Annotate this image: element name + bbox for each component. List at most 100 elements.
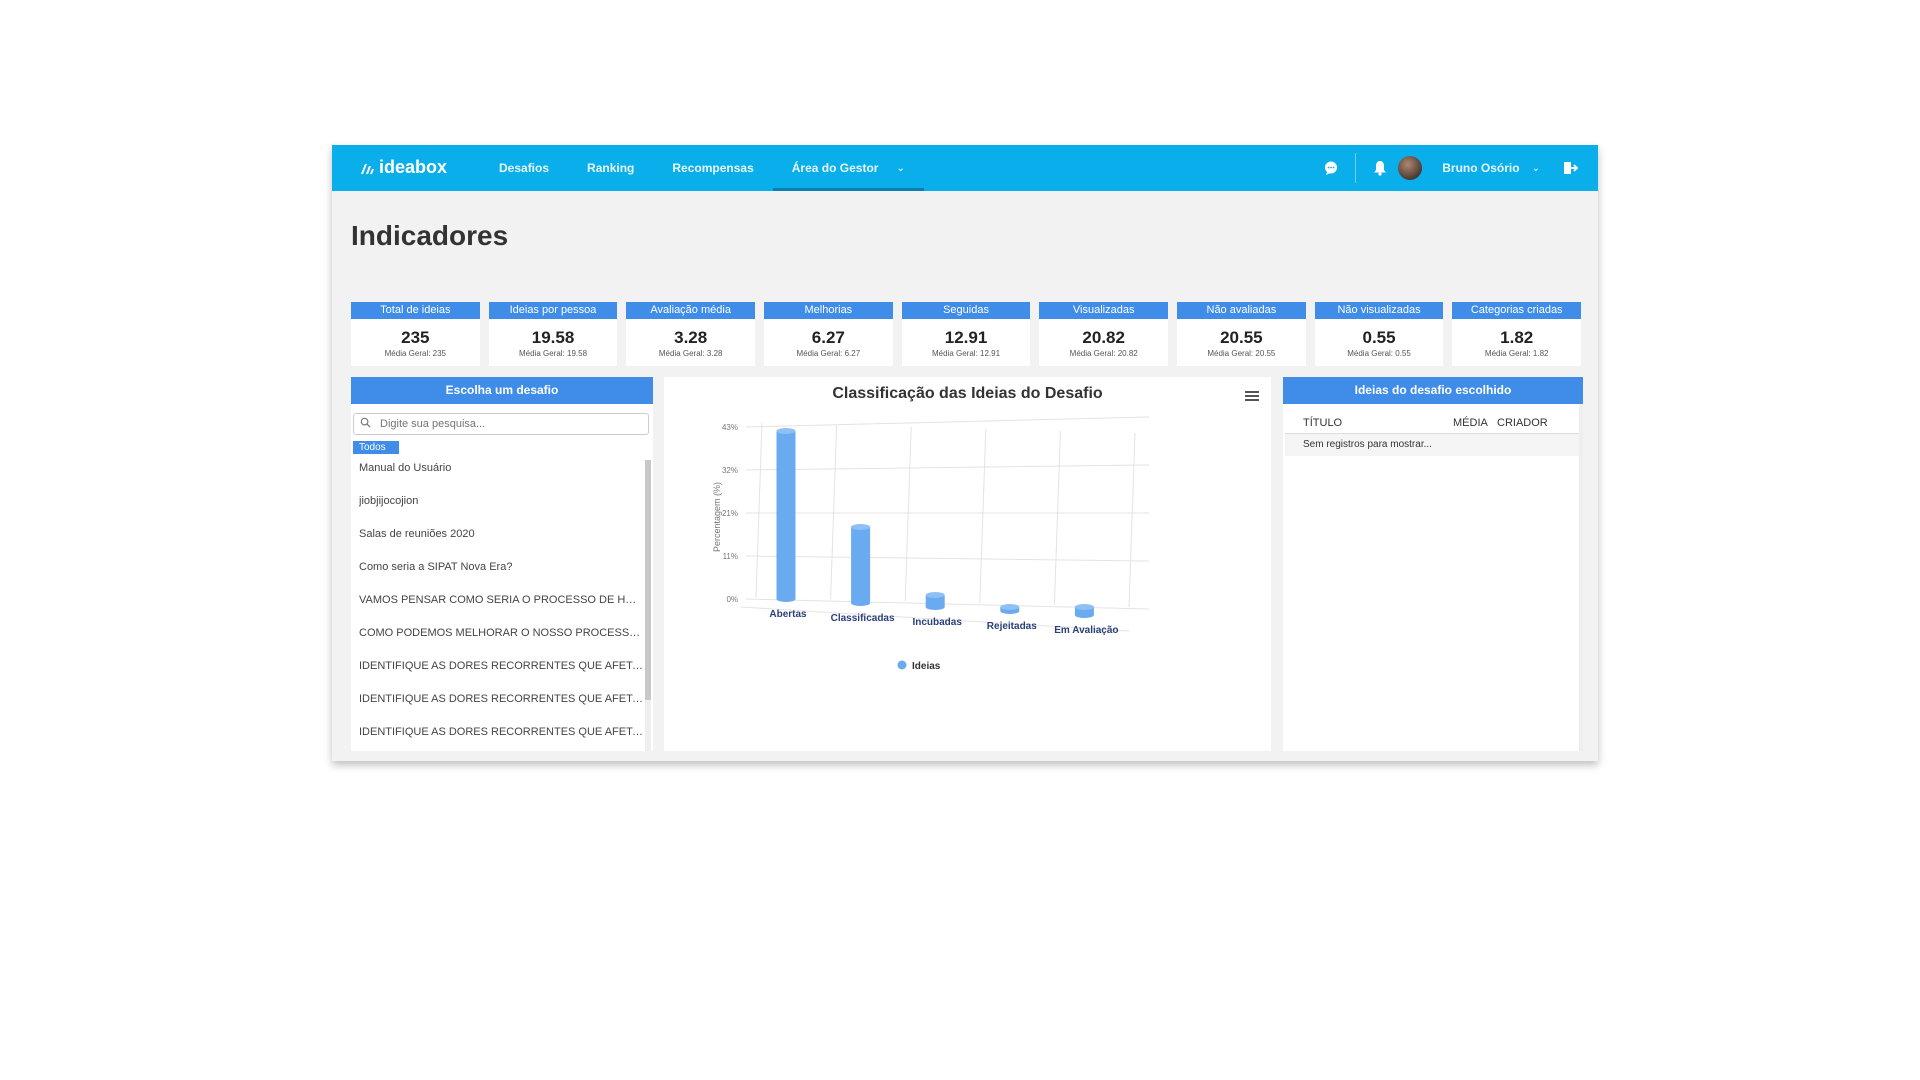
list-item[interactable]: IDENTIFIQUE AS DORES RECORRENTES QUE AFE… — [359, 691, 644, 724]
column-header-media[interactable]: MÉDIA — [1453, 417, 1497, 429]
stats-row: Total de ideias 235 Média Geral: 235 Ideia… — [351, 302, 1582, 366]
stat-value: 235 — [401, 328, 430, 347]
column-header-criador[interactable]: CRIADOR — [1497, 417, 1567, 429]
scrollbar-thumb[interactable] — [645, 460, 651, 700]
stat-card: Ideias por pessoa 19.58 Média Geral: 19.58 — [488, 302, 618, 366]
user-name[interactable]: Bruno Osório — [1442, 161, 1519, 175]
column-header-titulo[interactable]: TÍTULO — [1285, 417, 1453, 429]
list-item[interactable]: Manual do Usuário — [359, 460, 644, 493]
nav-desafios[interactable]: Desafios — [480, 145, 568, 191]
x-tick-label: Incubadas — [912, 617, 962, 628]
top-navbar: ideabox Desafios Ranking Recompensas Áre… — [332, 145, 1598, 191]
stat-card: Melhorias 6.27 Média Geral: 6.27 — [764, 302, 893, 366]
list-item[interactable]: Salas de reuniões 2020 — [359, 526, 644, 559]
stat-average: Média Geral: 0.55 — [1347, 349, 1411, 358]
stat-label: Não visualizadas — [1314, 302, 1444, 319]
bar-base — [776, 596, 796, 602]
y-tick-label: 32% — [722, 466, 738, 475]
x-tick-label: Em Avaliação — [1054, 625, 1118, 636]
bell-icon[interactable] — [1370, 158, 1390, 178]
filter-chip-todos[interactable]: Todos — [353, 441, 399, 454]
stat-label: Total de ideias — [351, 302, 480, 319]
logout-icon[interactable] — [1560, 158, 1580, 178]
gridline — [745, 464, 1150, 471]
bar-base — [1074, 612, 1094, 618]
avatar[interactable] — [1398, 156, 1423, 180]
legend-marker — [897, 660, 907, 670]
chat-icon[interactable] — [1321, 158, 1341, 178]
stat-card: Seguidas 12.91 Média Geral: 12.91 — [901, 302, 1031, 366]
stat-label: Visualizadas — [1039, 302, 1169, 319]
list-item[interactable]: IDENTIFIQUE AS DORES RECORRENTES QUE AFE… — [359, 658, 644, 691]
bar-base — [925, 604, 945, 610]
stat-average: Média Geral: 12.91 — [932, 349, 1001, 358]
scrollbar[interactable] — [645, 460, 651, 751]
list-item[interactable]: IDENTIFIQUE AS DORES RECORRENTES QUE AFE… — [359, 724, 644, 757]
stat-card: Categorias criadas 1.82 Média Geral: 1.82 — [1452, 302, 1582, 366]
stat-card: Não avaliadas 20.55 Média Geral: 20.55 — [1177, 302, 1306, 366]
ideas-panel: Ideias do desafio escolhido TÍTULO MÉDIA… — [1283, 377, 1583, 751]
stat-value: 20.82 — [1082, 328, 1125, 347]
gridline — [979, 428, 987, 604]
chart-title: Classificação das Ideias do Desafio — [832, 385, 1103, 402]
legend-label: Ideias — [912, 661, 941, 672]
nav-label: Ranking — [587, 161, 635, 175]
gridline — [745, 555, 1150, 562]
stat-label: Categorias criadas — [1452, 302, 1582, 319]
gridline — [1053, 430, 1061, 606]
x-tick-label: Abertas — [769, 609, 807, 620]
user-area: Bruno Osório ⌄ — [1321, 145, 1598, 191]
stat-label: Avaliação média — [626, 302, 756, 319]
list-item[interactable]: jiobjijocojion — [359, 493, 644, 526]
gridline — [755, 422, 763, 598]
y-tick-label: 21% — [722, 509, 738, 518]
logo[interactable]: ideabox — [359, 157, 447, 178]
bar-top — [1074, 604, 1094, 610]
empty-table-message: Sem registros para mostrar... — [1285, 434, 1581, 456]
nav-label: Área do Gestor — [791, 161, 879, 175]
stat-average: Média Geral: 1.82 — [1484, 349, 1549, 358]
gridline — [830, 424, 838, 600]
stat-label: Ideias por pessoa — [488, 302, 618, 319]
panel-border — [1579, 404, 1583, 751]
stat-average: Média Geral: 19.58 — [518, 349, 588, 358]
y-tick-label: 43% — [722, 423, 738, 432]
ideas-table: TÍTULO MÉDIA CRIADOR Sem registros para … — [1285, 413, 1581, 456]
search-field[interactable] — [353, 413, 649, 435]
nav-area-do-gestor[interactable]: Área do Gestor ⌄ — [772, 145, 924, 191]
challenge-list: Manual do Usuário jiobjijocojion Salas d… — [359, 460, 644, 757]
gridline — [745, 416, 1150, 428]
stat-average: Média Geral: 235 — [384, 349, 447, 358]
search-input[interactable] — [378, 417, 648, 431]
nav-ranking[interactable]: Ranking — [568, 145, 653, 191]
x-tick-label: Rejeitadas — [987, 621, 1037, 632]
chevron-down-icon[interactable]: ⌄ — [1532, 163, 1540, 174]
stat-label: Não avaliadas — [1177, 302, 1306, 319]
logo-text: ideabox — [379, 157, 448, 177]
challenge-picker-panel: Escolha um desafio Todos Manual do Usuár… — [351, 377, 653, 751]
y-tick-label: 11% — [723, 552, 738, 561]
bar-base — [851, 600, 871, 606]
list-item[interactable]: COMO PODEMOS MELHORAR O NOSSO PROCESSO D… — [359, 625, 644, 658]
stat-label: Seguidas — [901, 302, 1031, 319]
bar-top — [776, 428, 796, 434]
hamburger-menu-icon[interactable] — [1245, 389, 1259, 407]
bar-top — [1000, 604, 1020, 610]
stat-value: 12.91 — [944, 328, 988, 347]
nav-recompensas[interactable]: Recompensas — [653, 145, 772, 191]
panel-title: Escolha um desafio — [351, 377, 653, 404]
panel-title: Ideias do desafio escolhido — [1283, 377, 1583, 404]
stat-value: 1.82 — [1500, 328, 1534, 347]
bar-top — [851, 524, 871, 530]
list-item[interactable]: Como seria a SIPAT Nova Era? — [359, 559, 644, 592]
x-tick-label: Classificadas — [831, 613, 895, 624]
table-header: TÍTULO MÉDIA CRIADOR — [1285, 413, 1581, 434]
bar-chart: 0% 11% 21% 32% 43% Percentagem (%) Abertas Clas… — [712, 416, 1150, 672]
ideabox-logo-icon — [361, 163, 374, 174]
stat-average: Média Geral: 3.28 — [658, 349, 723, 358]
gridline — [904, 426, 912, 602]
stat-value: 6.27 — [811, 328, 845, 347]
list-item[interactable]: VAMOS PENSAR COMO SERIA O PROCESSO DE HO… — [359, 592, 644, 625]
page-title: Indicadores — [351, 220, 509, 251]
nav-label: Recompensas — [672, 161, 754, 175]
